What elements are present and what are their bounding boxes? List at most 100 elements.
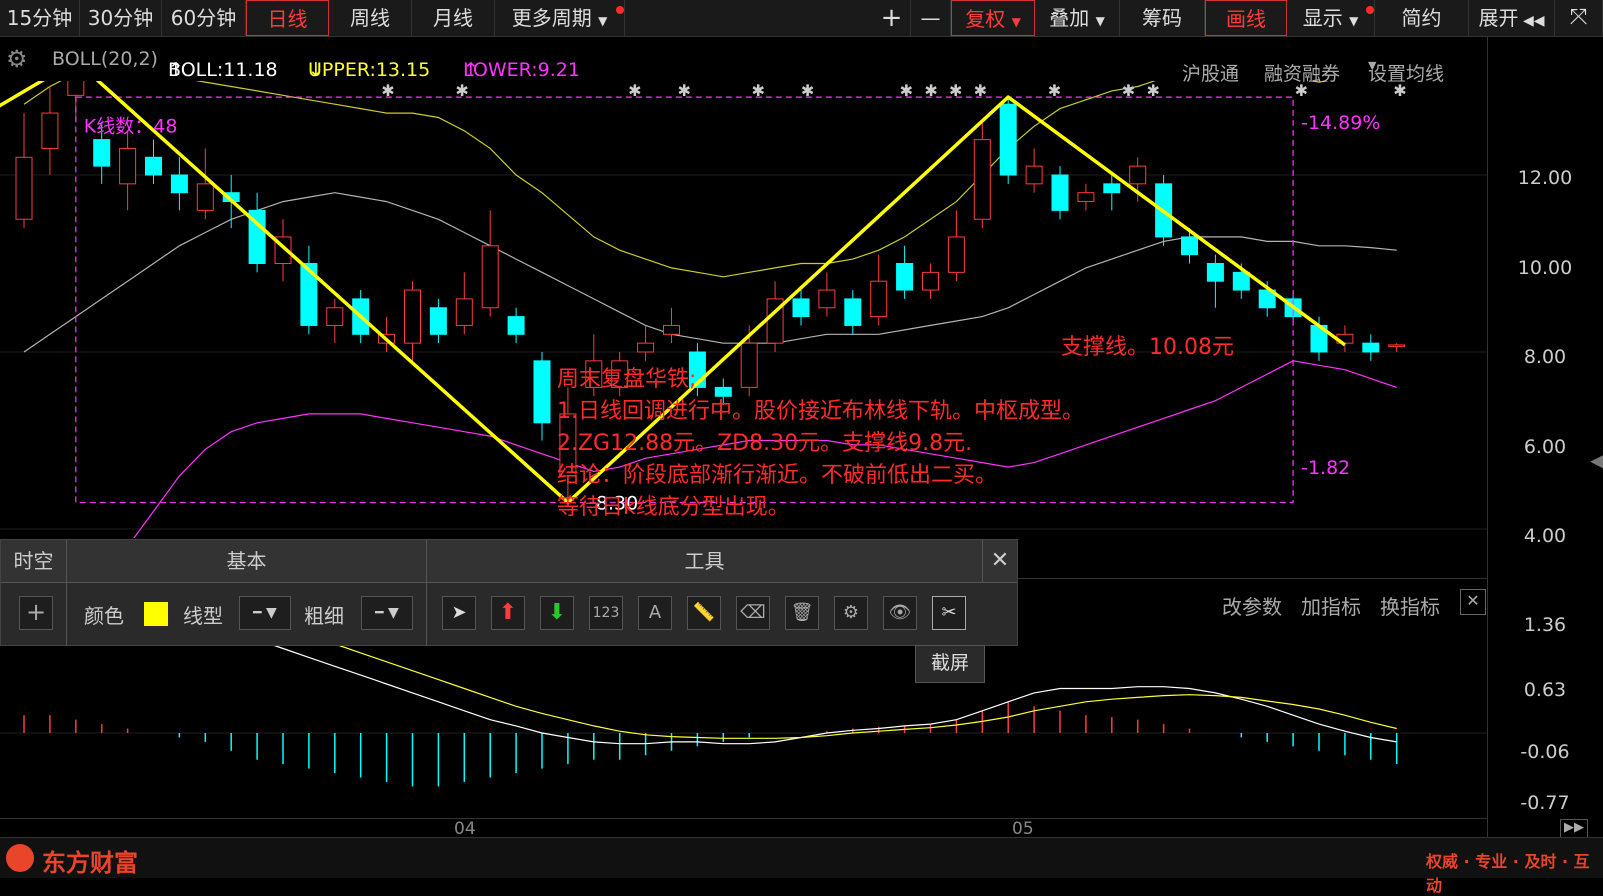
- change-indicator-link[interactable]: 换指标: [1380, 591, 1440, 620]
- up-arrow-icon[interactable]: ⬆: [491, 596, 525, 630]
- note-line: 2.ZG12.88元。ZD8.30元。支撑线9.8元.: [557, 431, 973, 456]
- candle-body: [404, 289, 421, 344]
- fullscreen-icon[interactable]: ⤧: [1555, 0, 1603, 36]
- candle-body: [196, 183, 214, 211]
- candle-body: [170, 174, 188, 194]
- top-toolbar: 15分钟 30分钟 60分钟 日线 周线 月线 更多周期 ▼ + — 复权 ▼ …: [0, 0, 1603, 37]
- trash-icon[interactable]: 🗑: [785, 596, 819, 630]
- macd-tick: 1.36: [1523, 614, 1567, 636]
- close-icon[interactable]: ✕: [983, 540, 1017, 582]
- candle-body: [1206, 263, 1224, 282]
- chevron-down-icon: ▼: [1095, 14, 1105, 28]
- add-icon[interactable]: +: [19, 596, 53, 630]
- candle-body: [145, 156, 162, 176]
- line-type-select[interactable]: ━ ▼: [239, 596, 291, 630]
- period-daily[interactable]: 日线: [246, 0, 329, 36]
- x-axis: 04 05: [0, 818, 1487, 839]
- candle-body: [429, 307, 447, 335]
- event-marker-icon: ✱: [1393, 81, 1406, 100]
- color-label: 颜色: [84, 604, 124, 628]
- panel-divider: [426, 582, 427, 646]
- x-tick: 04: [454, 819, 476, 839]
- analysis-note: 周末复盘华铁; 1.日线回调进行中。股价接近布林线下轨。中枢成型。 2.ZG12…: [557, 364, 1084, 524]
- simple-button[interactable]: 简约: [1375, 0, 1469, 36]
- candle-body: [1129, 165, 1147, 185]
- arrow-up-icon: ↑: [168, 59, 184, 81]
- event-marker-icon: ✱: [677, 81, 690, 100]
- price-tick: 12.00: [1517, 167, 1573, 189]
- color-swatch[interactable]: [144, 602, 168, 626]
- note-line: 等待日k线底分型出现。: [557, 495, 790, 520]
- edit-params-link[interactable]: 改参数: [1222, 591, 1282, 620]
- candle-body: [637, 342, 655, 353]
- candle-body: [818, 289, 836, 309]
- candle-body: [507, 316, 525, 335]
- text-icon[interactable]: A: [638, 596, 672, 630]
- eraser-icon[interactable]: ⌫: [736, 596, 770, 630]
- x-tick: 05: [1012, 819, 1034, 839]
- eye-icon[interactable]: 👁: [883, 596, 917, 630]
- indicator-name[interactable]: BOLL(20,2): [52, 48, 158, 70]
- axis-divider: [1487, 37, 1488, 837]
- expand-button[interactable]: 展开 ◀◀: [1469, 0, 1555, 36]
- macd-chart[interactable]: [0, 620, 1487, 818]
- candle-body: [1051, 174, 1069, 211]
- notification-dot: [616, 6, 624, 14]
- event-marker-icon: ✱: [752, 81, 765, 100]
- kline-count-label: K线数：48: [84, 115, 178, 137]
- more-periods-dropdown[interactable]: 更多周期 ▼: [495, 0, 625, 36]
- down-arrow-icon[interactable]: ⬇: [540, 596, 574, 630]
- price-tick: 10.00: [1517, 257, 1573, 279]
- cursor-icon[interactable]: ➤: [442, 596, 476, 630]
- scroll-right-icon[interactable]: ▶▶: [1560, 819, 1588, 839]
- period-60min[interactable]: 60分钟: [162, 0, 246, 36]
- arrow-up-icon: ↑: [463, 59, 479, 81]
- candle-body: [947, 236, 965, 273]
- note-line: 结论：阶段底部渐行渐近。不破前低出二买。: [557, 463, 998, 488]
- add-indicator-link[interactable]: 加指标: [1301, 591, 1361, 620]
- gear-icon[interactable]: ⚙: [834, 596, 868, 630]
- number-icon[interactable]: 123: [589, 596, 623, 630]
- candle-body: [1077, 192, 1095, 203]
- candle-body: [870, 280, 888, 318]
- panel-divider: [66, 582, 67, 646]
- period-15min[interactable]: 15分钟: [0, 0, 80, 36]
- overlay-dropdown[interactable]: 叠加 ▼: [1035, 0, 1120, 36]
- ruler-icon[interactable]: 📏: [687, 596, 721, 630]
- display-dropdown[interactable]: 显示 ▼: [1287, 0, 1375, 36]
- thickness-select[interactable]: ━ ▼: [361, 596, 413, 630]
- price-tick: 8.00: [1523, 346, 1567, 368]
- close-icon[interactable]: ✕: [1460, 589, 1486, 615]
- period-monthly[interactable]: 月线: [412, 0, 495, 36]
- period-weekly[interactable]: 周线: [329, 0, 412, 36]
- more-periods-label: 更多周期: [511, 6, 592, 30]
- adjust-label: 复权: [965, 7, 1006, 31]
- event-marker-icon: ✱: [974, 81, 987, 100]
- screenshot-icon[interactable]: ✂: [932, 596, 966, 630]
- candle-body: [326, 307, 344, 326]
- gear-icon[interactable]: ⚙: [6, 45, 28, 73]
- tab-basic[interactable]: 基本: [67, 540, 427, 582]
- event-marker-icon: ✱: [1122, 81, 1135, 100]
- draw-line-button[interactable]: 画线: [1205, 0, 1287, 36]
- period-30min[interactable]: 30分钟: [80, 0, 162, 36]
- tab-space-time[interactable]: 时空: [1, 540, 67, 582]
- adjust-dropdown[interactable]: 复权 ▼: [951, 0, 1035, 36]
- lower-text: LOWER:9.21: [463, 59, 580, 81]
- collapse-panel-icon[interactable]: ◀: [1590, 448, 1603, 488]
- chips-button[interactable]: 筹码: [1120, 0, 1205, 36]
- candle-body: [533, 360, 551, 424]
- brand-slogan: 权威 · 专业 · 及时 · 互动: [1426, 852, 1590, 895]
- display-label: 显示: [1302, 6, 1343, 30]
- candle-body: [844, 298, 862, 326]
- tab-tools[interactable]: 工具: [427, 540, 983, 582]
- zoom-out-button[interactable]: —: [911, 0, 951, 36]
- event-marker-icon: ✱: [801, 81, 814, 100]
- event-marker-icon: ✱: [1146, 81, 1159, 100]
- candle-body: [481, 245, 499, 309]
- candle-body: [922, 271, 939, 291]
- zoom-in-button[interactable]: +: [873, 0, 911, 36]
- event-marker-icon: ✱: [900, 81, 913, 100]
- screenshot-tooltip: 截屏: [915, 645, 985, 683]
- candle-body: [67, 81, 85, 96]
